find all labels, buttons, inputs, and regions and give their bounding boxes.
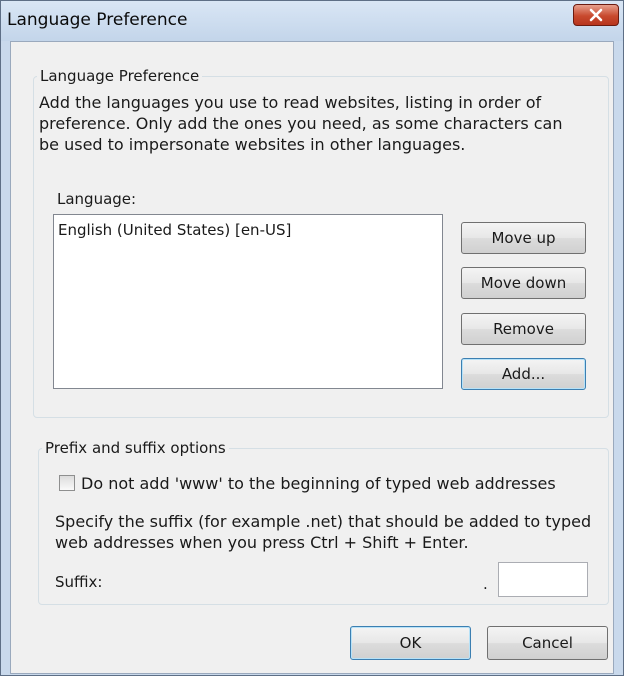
language-group-legend: Language Preference	[40, 67, 200, 85]
move-down-button[interactable]: Move down	[461, 267, 586, 299]
add-language-button[interactable]: Add...	[461, 358, 586, 390]
close-button[interactable]	[573, 4, 619, 26]
www-checkbox-row[interactable]: Do not add 'www' to the beginning of typ…	[59, 472, 556, 494]
remove-button[interactable]: Remove	[461, 313, 586, 345]
window-title: Language Preference	[7, 10, 188, 30]
suffix-dot: .	[483, 575, 488, 593]
suffix-input[interactable]	[498, 562, 588, 597]
prefix-group-legend: Prefix and suffix options	[45, 439, 226, 457]
close-icon	[589, 8, 603, 22]
language-list-item[interactable]: English (United States) [en-US]	[58, 221, 291, 239]
www-checkbox-label[interactable]: Do not add 'www' to the beginning of typ…	[81, 474, 556, 493]
cancel-button[interactable]: Cancel	[487, 626, 608, 660]
dialog-window: Language Preference Language Preference …	[0, 0, 624, 676]
move-up-button[interactable]: Move up	[461, 222, 586, 254]
suffix-description: Specify the suffix (for example .net) th…	[55, 512, 592, 552]
ok-button[interactable]: OK	[350, 626, 471, 660]
language-list[interactable]: English (United States) [en-US]	[53, 214, 443, 389]
language-intro-text: Add the languages you use to read websit…	[39, 93, 563, 154]
dialog-body: Language Preference Add the languages yo…	[10, 41, 614, 674]
title-bar[interactable]: Language Preference	[1, 1, 623, 41]
suffix-label: Suffix:	[55, 573, 103, 591]
language-list-label: Language:	[57, 190, 137, 208]
www-checkbox[interactable]	[59, 475, 75, 491]
